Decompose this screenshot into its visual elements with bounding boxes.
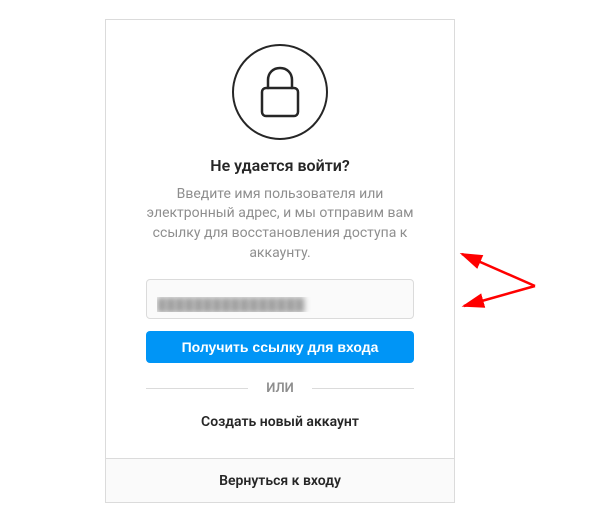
login-help-card: Не удается войти? Введите имя пользовате… [105, 19, 455, 459]
lock-icon-circle [232, 44, 328, 140]
lock-icon [258, 64, 302, 120]
divider-line-left [146, 388, 248, 389]
identifier-input-wrap: Эл. адрес, телефон или имя пользователя [146, 279, 414, 319]
back-to-login-card: Вернуться к входу [105, 459, 455, 503]
divider-line-right [312, 388, 414, 389]
login-help-wrapper: Не удается войти? Введите имя пользовате… [105, 19, 455, 503]
instruction-text: Введите имя пользователя или электронный… [146, 185, 414, 263]
back-to-login-link[interactable]: Вернуться к входу [219, 473, 341, 489]
divider-label: ИЛИ [248, 381, 312, 396]
create-account-link[interactable]: Создать новый аккаунт [201, 414, 359, 430]
page-heading: Не удается войти? [210, 156, 350, 175]
send-link-button[interactable]: Получить ссылку для входа [146, 331, 414, 363]
identifier-input[interactable] [146, 279, 414, 319]
or-divider: ИЛИ [146, 381, 414, 396]
